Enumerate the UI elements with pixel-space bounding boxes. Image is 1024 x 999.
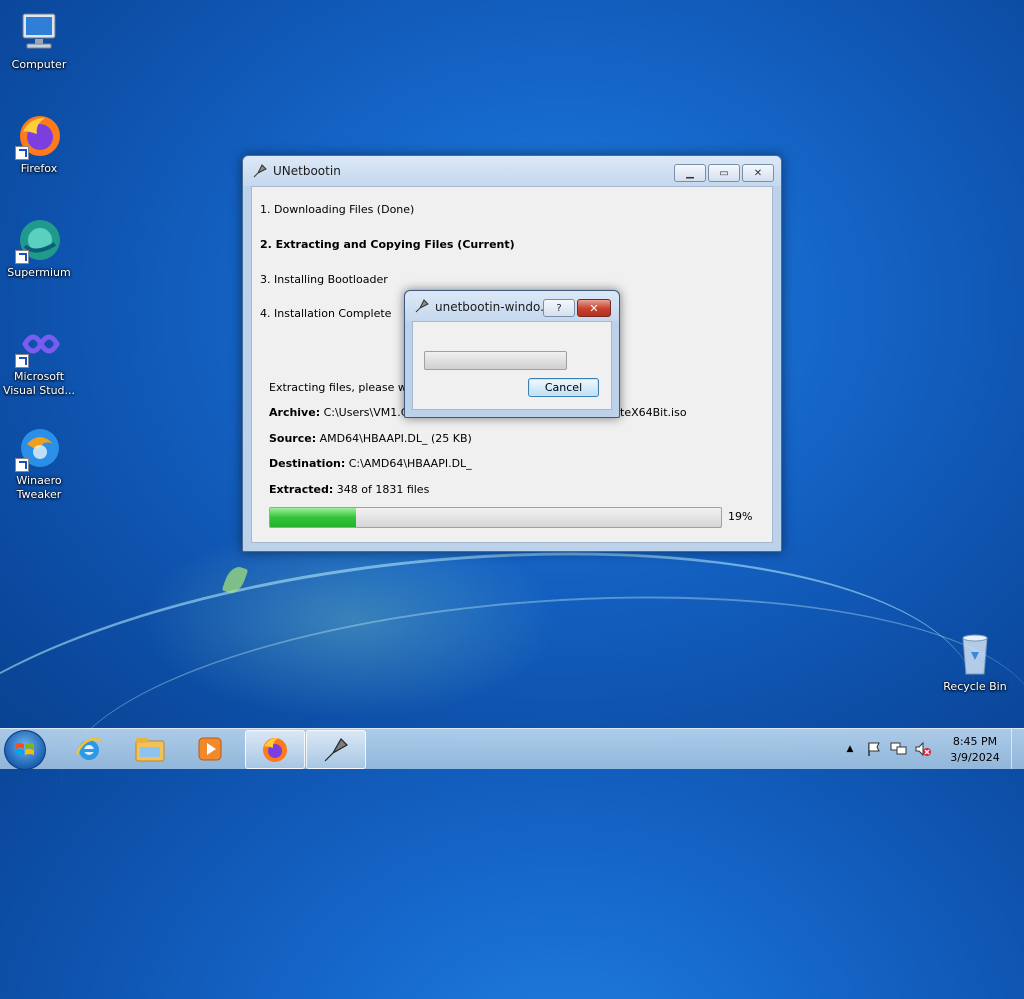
taskbar-file-explorer[interactable] [121,730,179,767]
supermium-icon [15,216,63,264]
help-button[interactable]: ? [543,299,575,317]
progress-percent: 19% [728,510,753,523]
network-icon [890,742,907,754]
step-downloading: 1. Downloading Files (Done) [260,203,415,216]
extracted-label: Extracted: [269,483,334,496]
close-icon: ✕ [753,167,763,179]
shortcut-arrow-icon [15,354,29,368]
action-center-tray[interactable] [864,730,884,767]
destination-value: C:\AMD64\HBAAPI.DL_ [348,457,472,470]
extracted-line: Extracted: 348 of 1831 files [269,483,429,496]
close-button[interactable]: ✕ [742,164,774,182]
dialog-client-area: Cancel [412,321,612,410]
taskbar-media-player[interactable] [181,730,239,767]
clock-time: 8:45 PM [952,735,998,748]
dialog-progress-bar [424,351,567,370]
volume-tray[interactable] [912,730,934,767]
taskbar-internet-explorer[interactable] [60,730,118,767]
desktop-icon-label: Supermium [7,266,71,279]
taskbar-clock[interactable]: 8:45 PM 3/9/2024 [944,734,1006,766]
window-title: UNetbootin [273,164,341,178]
desktop-icon-label: Computer [11,58,67,71]
media-player-icon [198,737,222,760]
unetbootin-icon [253,164,267,178]
show-desktop-button[interactable] [1011,729,1024,769]
archive-label: Archive: [269,406,321,419]
dialog-close-button[interactable]: ✕ [577,299,611,317]
archive-line: Archive: C:\Users\VM1.CO [269,406,417,419]
extracted-value: 348 of 1831 files [336,483,430,496]
volume-muted-icon [915,741,931,756]
desktop-icon-firefox[interactable]: Firefox [0,112,78,176]
step-extracting: 2. Extracting and Copying Files (Current… [260,238,515,251]
unetbootin-dialog: unetbootin-windo... ? ✕ Cancel [404,290,620,418]
maximize-button[interactable]: ▭ [708,164,740,182]
unetbootin-icon [324,737,348,761]
clock-date: 3/9/2024 [950,751,1000,764]
window-titlebar[interactable]: UNetbootin ▁ ▭ ✕ [243,156,781,186]
chevron-up-icon: ▲ [846,743,854,754]
desktop-icon-supermium[interactable]: Supermium [0,216,78,280]
shortcut-arrow-icon [15,146,29,160]
desktop-icon-recycle-bin[interactable]: Recycle Bin [936,630,1014,694]
network-tray[interactable] [888,730,910,767]
desktop-icon-label: Winaero Tweaker [16,474,62,501]
dialog-title: unetbootin-windo... [435,300,552,314]
desktop-icon-winaero[interactable]: Winaero Tweaker [0,424,78,502]
computer-icon [15,8,63,56]
winaero-tweaker-icon [15,424,63,472]
internet-explorer-icon [75,737,102,760]
windows-logo-icon [15,741,35,759]
source-line: Source: AMD64\HBAAPI.DL_ (25 KB) [269,432,472,445]
desktop-icon-label: Firefox [20,162,58,175]
show-hidden-icons-button[interactable]: ▲ [842,730,858,767]
source-value: AMD64\HBAAPI.DL_ (25 KB) [319,432,472,445]
desktop-icon-visual-studio[interactable]: Microsoft Visual Stud... [0,320,78,398]
dialog-titlebar[interactable]: unetbootin-windo... ? ✕ [405,291,619,321]
minimize-icon: ▁ [686,167,694,179]
desktop-icon-label: Recycle Bin [943,680,1007,693]
shortcut-arrow-icon [15,250,29,264]
desktop-icon-computer[interactable]: Computer [0,8,78,72]
firefox-icon [15,112,63,160]
progress-fill [270,508,356,527]
firefox-icon [263,737,287,762]
step-installation-complete: 4. Installation Complete [260,307,392,320]
source-label: Source: [269,432,317,445]
destination-label: Destination: [269,457,346,470]
unetbootin-icon [415,299,429,313]
minimize-button[interactable]: ▁ [674,164,706,182]
taskbar-unetbootin[interactable] [306,730,366,769]
cancel-button[interactable]: Cancel [528,378,599,397]
recycle-bin-icon [951,630,999,678]
maximize-icon: ▭ [719,167,729,179]
archive-value-tail: teX64Bit.iso [620,406,687,419]
destination-line: Destination: C:\AMD64\HBAAPI.DL_ [269,457,472,470]
flag-icon [868,742,880,756]
help-icon: ? [556,302,562,314]
step-installing-bootloader: 3. Installing Bootloader [260,273,388,286]
desktop-icon-label: Microsoft Visual Stud... [2,370,76,397]
taskbar-firefox[interactable] [245,730,305,769]
shortcut-arrow-icon [15,458,29,472]
taskbar: ▲ 8:45 PM 3/9/2024 [0,728,1024,770]
folder-icon [135,737,165,761]
start-button[interactable] [4,730,46,770]
visual-studio-icon [15,320,63,368]
extraction-progress-bar [269,507,722,528]
close-icon: ✕ [589,301,599,315]
